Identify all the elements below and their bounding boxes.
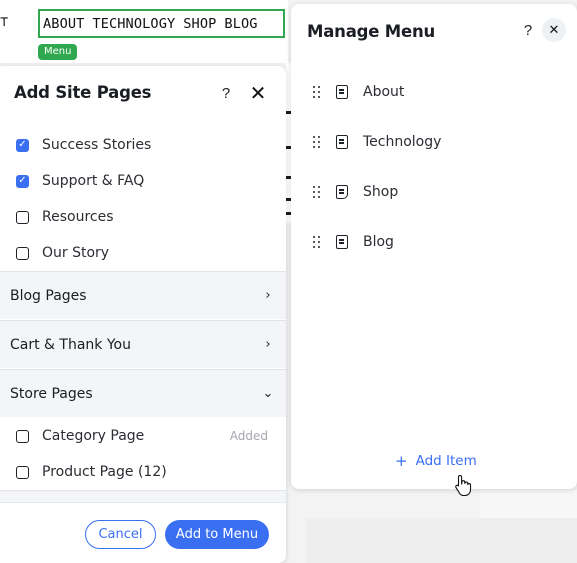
page-option-support-faq[interactable]: ✓ Support & FAQ xyxy=(16,171,276,191)
page-option-label: Support & FAQ xyxy=(42,173,145,189)
add-item-button[interactable]: + Add Item xyxy=(395,451,477,471)
menu-element-tag: Menu xyxy=(38,44,78,60)
checkbox-icon[interactable] xyxy=(16,210,29,224)
site-menu-preview[interactable]: ABOUT TECHNOLOGY SHOP BLOG xyxy=(38,9,285,38)
page-option-resources[interactable]: Resources xyxy=(16,207,276,227)
section-label: Cart & Thank You xyxy=(10,336,131,353)
section-cart-thank-you[interactable]: Cart & Thank You › xyxy=(0,320,286,368)
close-icon[interactable]: ✕ xyxy=(248,84,268,104)
panel-title: Manage Menu xyxy=(307,22,436,41)
added-status-label: Added xyxy=(229,429,268,443)
add-to-menu-button[interactable]: Add to Menu xyxy=(165,520,269,549)
help-icon[interactable]: ? xyxy=(518,21,538,41)
hand-pointer-cursor-icon xyxy=(455,474,472,496)
page-option-label: Our Story xyxy=(42,245,110,261)
section-label: Store Pages xyxy=(10,385,93,402)
page-option-label: Product Page (12) xyxy=(42,464,167,480)
menu-item-label: Blog xyxy=(363,234,394,250)
page-option-product-page[interactable]: Product Page (12) xyxy=(16,462,276,482)
page-option-label: Success Stories xyxy=(42,137,152,153)
page-icon xyxy=(336,135,348,149)
page-option-success-stories[interactable]: ✓ Success Stories xyxy=(16,135,276,155)
drag-handle-icon[interactable] xyxy=(313,136,321,148)
plus-icon: + xyxy=(395,452,408,470)
site-logo-fragment: ⊤ xyxy=(0,14,9,30)
panel-footer: Cancel Add to Menu xyxy=(0,502,286,563)
drag-handle-icon[interactable] xyxy=(313,186,321,198)
menu-item-label: Shop xyxy=(363,184,399,200)
menu-item-blog[interactable]: Blog xyxy=(291,224,577,260)
section-label: Blog Pages xyxy=(10,287,87,304)
menu-item-label: About xyxy=(363,84,405,100)
checkbox-checked-icon[interactable]: ✓ xyxy=(16,138,29,152)
manage-menu-panel: Manage Menu ? ✕ About Technology Shop Bl… xyxy=(291,4,577,489)
page-icon xyxy=(336,85,348,99)
add-item-label: Add Item xyxy=(415,453,477,469)
editor-canvas-footer xyxy=(306,518,577,563)
panel-header: Add Site Pages ? ✕ xyxy=(0,66,286,122)
checkbox-icon[interactable] xyxy=(16,465,29,479)
chevron-right-icon: › xyxy=(265,337,271,352)
chevron-right-icon: › xyxy=(265,288,271,303)
help-icon[interactable]: ? xyxy=(216,84,236,104)
panel-title: Add Site Pages xyxy=(14,83,152,102)
cancel-button[interactable]: Cancel xyxy=(85,520,156,549)
editor-canvas-strip xyxy=(480,490,577,518)
list-scroll-edge xyxy=(0,490,286,502)
checkbox-icon[interactable] xyxy=(16,429,29,443)
menu-preview-item: ABOUT xyxy=(43,15,85,32)
close-icon[interactable]: ✕ xyxy=(542,18,566,42)
checkbox-checked-icon[interactable]: ✓ xyxy=(16,174,29,188)
menu-item-shop[interactable]: Shop xyxy=(291,174,577,210)
menu-preview-item: TECHNOLOGY xyxy=(92,15,176,32)
menu-item-label: Technology xyxy=(363,134,442,150)
drag-handle-icon[interactable] xyxy=(313,86,321,98)
drag-handle-icon[interactable] xyxy=(313,236,321,248)
menu-preview-item: SHOP xyxy=(183,15,217,32)
chevron-down-icon: ⌄ xyxy=(262,386,274,401)
page-icon xyxy=(336,235,348,249)
menu-item-technology[interactable]: Technology xyxy=(291,124,577,160)
store-page-icon xyxy=(336,185,348,199)
page-option-our-story[interactable]: Our Story xyxy=(16,243,276,263)
section-blog-pages[interactable]: Blog Pages › xyxy=(0,271,286,319)
checkbox-icon[interactable] xyxy=(16,246,29,260)
add-site-pages-panel: Add Site Pages ? ✕ ✓ Success Stories ✓ S… xyxy=(0,66,286,563)
page-option-label: Category Page xyxy=(42,428,145,444)
page-option-category-page[interactable]: Category Page Added xyxy=(16,426,286,446)
page-option-label: Resources xyxy=(42,209,114,225)
section-store-pages[interactable]: Store Pages ⌄ xyxy=(0,369,286,417)
menu-preview-item: BLOG xyxy=(224,15,258,32)
menu-item-about[interactable]: About xyxy=(291,74,577,110)
